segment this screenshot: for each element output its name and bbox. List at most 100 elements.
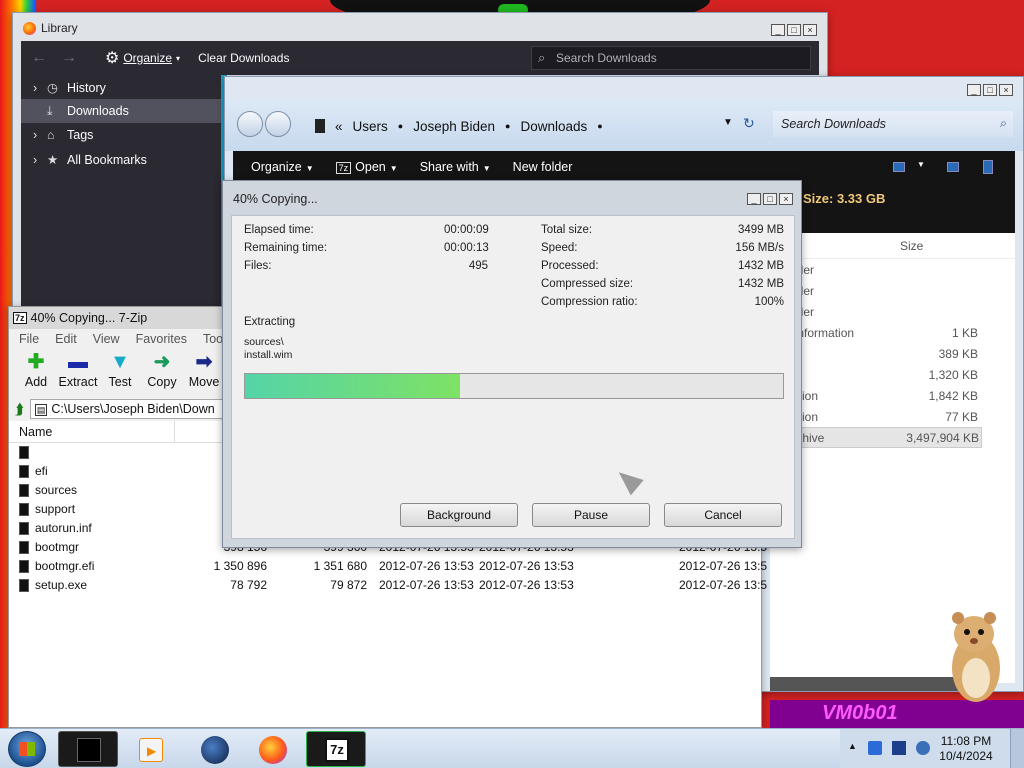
forward-arrow-icon[interactable]: → (61, 49, 77, 67)
close-button[interactable]: × (803, 23, 817, 36)
taskbar-app-globe[interactable] (186, 731, 242, 767)
network-icon[interactable] (892, 741, 906, 755)
taskbar-app-terminal[interactable] (58, 731, 118, 767)
banner-text: VM0b01 (822, 702, 898, 724)
explorer-rows: e foldere foldere foldertup Information1… (770, 259, 1015, 448)
table-row[interactable]: bootmgr.efi 1 350 896 1 351 680 2012-07-26 … (9, 557, 767, 576)
column-name[interactable]: Name (9, 420, 175, 443)
pause-button[interactable]: Pause (532, 503, 650, 527)
maximize-button[interactable]: □ (763, 192, 777, 205)
close-button[interactable]: × (999, 83, 1013, 96)
list-item[interactable]: plication1,842 KB (770, 385, 1015, 406)
windows-logo-icon (19, 742, 35, 756)
minimize-button[interactable]: _ (771, 23, 785, 36)
back-button[interactable] (237, 111, 263, 137)
chevron-right-icon[interactable]: › (33, 128, 47, 142)
column-size[interactable]: Size (900, 239, 923, 258)
system-clock[interactable]: 11:08 PM 10/4/2024 (938, 734, 994, 764)
file-icon (19, 579, 29, 592)
add-button[interactable]: ✚ Add (15, 349, 57, 397)
open-button[interactable]: 7z Open ▼ (335, 160, 398, 174)
new-folder-button[interactable]: New folder (513, 160, 573, 174)
library-search-input[interactable]: ⌕ Search Downloads (531, 46, 811, 70)
library-toolbar: ← → ⚙ Organize ▾ Clear Downloads ⌕ Searc… (21, 41, 819, 75)
organize-button[interactable]: Organize ▼ (251, 160, 314, 174)
star-icon: ★ (47, 153, 59, 167)
list-item[interactable]: tup Information 1 KB (770, 322, 1015, 343)
chevron-right-icon[interactable]: › (33, 153, 47, 167)
table-row[interactable]: setup.exe 78 792 79 872 2012-07-26 13:53 201… (9, 576, 767, 595)
view-dropdown-icon[interactable]: ▼ (917, 160, 925, 169)
minimize-button[interactable]: _ (967, 83, 981, 96)
forward-button[interactable] (265, 111, 291, 137)
processed-label: Processed: (541, 260, 599, 272)
current-directory: sources\ (244, 336, 284, 348)
bluetooth-icon[interactable] (868, 741, 882, 755)
dialog-titlebar: 40% Copying... _ □ × (223, 181, 801, 215)
menu-favorites[interactable]: Favorites (136, 332, 187, 346)
sidebar-item-tags[interactable]: › ⌂ Tags (21, 123, 221, 147)
breadcrumb-separator-icon[interactable]: ● (597, 121, 602, 131)
cancel-button[interactable]: Cancel (664, 503, 782, 527)
firefox-icon (259, 736, 287, 764)
preview-pane-icon[interactable] (947, 162, 959, 172)
list-item[interactable]: l File1,320 KB (770, 364, 1015, 385)
taskbar-app-firefox[interactable] (244, 731, 300, 767)
breadcrumb-separator-icon[interactable]: ● (398, 121, 403, 131)
list-item[interactable]: e389 KB (770, 343, 1015, 364)
taskbar-app-media-player[interactable]: ▶ (122, 731, 178, 767)
explorer-search-input[interactable]: Search Downloads ⌕ (773, 111, 1013, 137)
folder-up-icon[interactable]: ⮭ (15, 401, 24, 418)
list-item[interactable]: e folder (770, 280, 1015, 301)
system-tray: ▲ (840, 729, 1024, 768)
view-options-icon[interactable] (893, 162, 905, 172)
accessed-date: 2012-07-26 13:5 (679, 559, 768, 573)
sidebar-item-downloads[interactable]: ⤓ Downloads (21, 99, 221, 123)
list-item[interactable]: plication77 KB (770, 406, 1015, 427)
breadcrumb-separator-icon[interactable]: ● (505, 121, 510, 131)
address-dropdown-icon[interactable]: ▼ (723, 117, 733, 128)
menu-view[interactable]: View (93, 332, 120, 346)
share-with-button[interactable]: Share with ▼ (420, 160, 491, 174)
back-arrow-icon[interactable]: ← (31, 49, 47, 67)
breadcrumb-downloads[interactable]: Downloads (520, 119, 587, 134)
menu-file[interactable]: File (19, 332, 39, 346)
minimize-button[interactable]: _ (747, 192, 761, 205)
show-hidden-icons-icon[interactable]: ▲ (848, 741, 857, 751)
sidebar-item-label: All Bookmarks (67, 153, 147, 167)
move-button[interactable]: ➡ Move (183, 349, 225, 397)
sidebar-item-history[interactable]: › ◷ History (21, 75, 221, 99)
volume-icon[interactable] (916, 741, 930, 755)
packed-size: 79 872 (330, 578, 367, 592)
breadcrumb-users[interactable]: Users (353, 119, 388, 134)
show-desktop-button[interactable] (1010, 729, 1024, 768)
search-placeholder: Search Downloads (781, 117, 886, 131)
taskbar-app-7zip[interactable]: 7z (306, 731, 366, 767)
refresh-icon[interactable]: ↻ (743, 115, 755, 132)
menu-edit[interactable]: Edit (55, 332, 77, 346)
chevron-right-icon[interactable]: › (33, 81, 47, 95)
check-icon: ▼ (110, 351, 130, 373)
extract-button[interactable]: ▬ Extract (57, 349, 99, 397)
background-button[interactable]: Background (400, 503, 518, 527)
copy-button[interactable]: ➜ Copy (141, 349, 183, 397)
list-item[interactable]: e folder (770, 259, 1015, 280)
search-placeholder: Search Downloads (556, 51, 657, 65)
clock-icon: ◷ (47, 81, 58, 95)
speed-value: 156 MB/s (735, 242, 784, 254)
firefox-icon (23, 22, 36, 35)
operation-label: Extracting (244, 316, 296, 328)
tag-icon: ⌂ (47, 128, 55, 142)
organize-menu-button[interactable]: ⚙ Organize ▾ (105, 48, 180, 68)
start-button[interactable] (8, 731, 46, 767)
list-item[interactable]: e folder (770, 301, 1015, 322)
close-button[interactable]: × (779, 192, 793, 205)
clear-downloads-button[interactable]: Clear Downloads (198, 51, 289, 65)
breadcrumb-overflow-icon[interactable]: « (335, 119, 343, 134)
sidebar-item-all-bookmarks[interactable]: › ★ All Bookmarks (21, 147, 221, 171)
breadcrumb-joseph-biden[interactable]: Joseph Biden (413, 119, 495, 134)
test-button[interactable]: ▼ Test (99, 349, 141, 397)
maximize-button[interactable]: □ (983, 83, 997, 96)
help-icon[interactable] (983, 160, 993, 174)
maximize-button[interactable]: □ (787, 23, 801, 36)
